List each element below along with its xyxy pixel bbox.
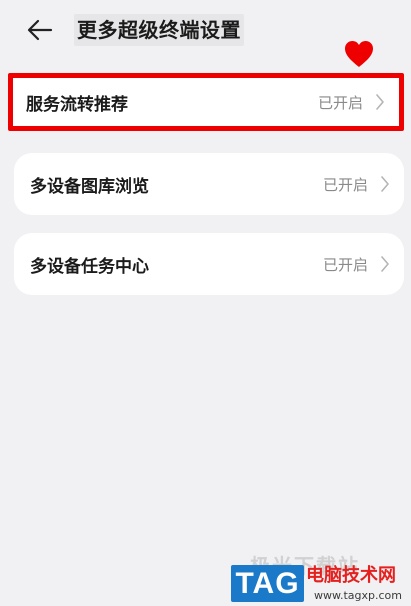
chevron-right-icon	[376, 94, 384, 110]
setting-label: 多设备图库浏览	[30, 176, 149, 197]
setting-status: 已开启	[317, 93, 363, 112]
setting-row-multi-device-gallery[interactable]: 多设备图库浏览 已开启	[14, 153, 404, 215]
setting-row-multi-device-task-center[interactable]: 多设备任务中心 已开启	[14, 233, 404, 295]
setting-label: 服务流转推荐	[26, 94, 128, 115]
setting-status: 已开启	[322, 175, 368, 194]
chevron-right-icon	[381, 256, 389, 272]
heart-icon	[345, 41, 373, 67]
tag-logo: TAG	[231, 565, 304, 602]
watermark-site-url: www.tagxp.com	[314, 589, 402, 602]
back-button[interactable]	[22, 14, 58, 46]
setting-row-service-flow[interactable]: 服务流转推荐 已开启	[8, 73, 404, 131]
watermark-site-name: 电脑技术网	[306, 565, 396, 586]
chevron-right-icon	[381, 176, 389, 192]
setting-status: 已开启	[322, 255, 368, 274]
setting-label: 多设备任务中心	[30, 256, 149, 277]
arrow-left-icon	[27, 19, 53, 41]
page-title: 更多超级终端设置	[74, 14, 244, 46]
